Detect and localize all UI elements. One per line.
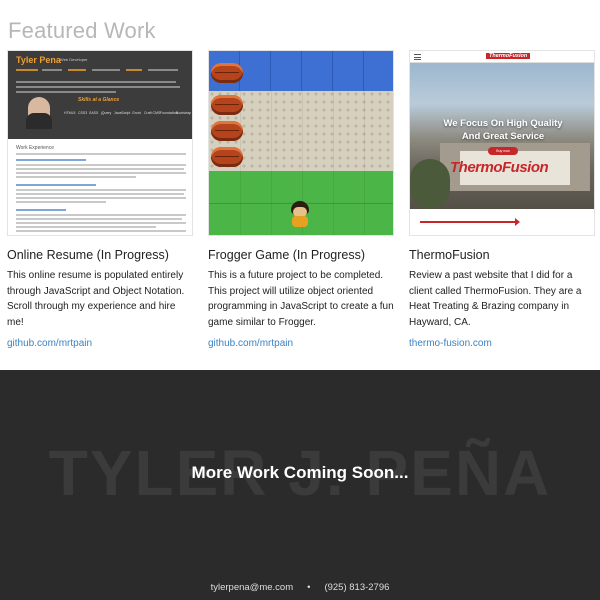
- resume-job-line: [16, 209, 66, 211]
- resume-job-line: [16, 159, 86, 161]
- frogger-water-tile: [364, 51, 393, 91]
- resume-job-line: [16, 230, 186, 232]
- frogger-col-divider: [364, 91, 365, 235]
- project-description: This is a future project to be completed…: [208, 270, 394, 328]
- resume-skill: Craft CMS: [144, 111, 161, 115]
- resume-job-line: [16, 201, 106, 203]
- thermofusion-thumbnail[interactable]: ThermoFusion ThermoFusion We Focus On Hi…: [409, 50, 595, 236]
- project-card-frogger: Frogger Game (In Progress) This is a fut…: [208, 50, 394, 349]
- coming-soon-section: TYLER J. PEÑA More Work Coming Soon... t…: [0, 370, 600, 600]
- enemy-bug-icon: [211, 121, 243, 141]
- resume-thumbnail[interactable]: Tyler Pena Web Developer Skills at a Gla…: [7, 50, 193, 236]
- thermofusion-hero: ThermoFusion We Focus On High Quality An…: [410, 63, 594, 209]
- resume-name: Tyler Pena: [16, 55, 61, 65]
- featured-work-section: Featured Work Tyler Pena Web Developer S…: [0, 0, 600, 370]
- resume-subtitle: Web Developer: [60, 57, 88, 62]
- project-card-thermofusion: ThermoFusion ThermoFusion We Focus On Hi…: [409, 50, 595, 349]
- project-title: ThermoFusion: [409, 248, 490, 262]
- resume-job-line: [16, 226, 156, 228]
- project-title: Online Resume (In Progress): [7, 248, 169, 262]
- resume-divider: [16, 153, 186, 155]
- building-sign-text: ThermoFusion: [450, 159, 549, 176]
- email-link[interactable]: tylerpena@me.com: [211, 582, 294, 593]
- resume-job-line: [16, 172, 186, 174]
- frogger-col-divider: [333, 91, 334, 235]
- tree-image: [410, 159, 450, 209]
- resume-job-line: [16, 193, 184, 195]
- resume-job-line: [16, 189, 186, 191]
- project-title: Frogger Game (In Progress): [208, 248, 365, 262]
- project-link[interactable]: github.com/mrtpain: [7, 338, 193, 349]
- frogger-col-divider: [271, 91, 272, 235]
- project-link[interactable]: thermo-fusion.com: [409, 338, 595, 349]
- resume-job-line: [16, 184, 96, 186]
- resume-job-line: [16, 176, 136, 178]
- section-title: Featured Work: [8, 18, 156, 43]
- player-character-icon: [289, 201, 311, 227]
- enemy-bug-icon: [211, 63, 243, 83]
- thermofusion-navbar: ThermoFusion: [410, 51, 594, 63]
- resume-contact-line: [68, 69, 86, 71]
- thermofusion-logo: ThermoFusion: [486, 53, 531, 59]
- resume-skill: CSS3: [78, 111, 88, 115]
- separator-dot: •: [307, 582, 311, 593]
- frogger-water-tile: [302, 51, 333, 91]
- resume-section-heading: Work Experience: [16, 145, 54, 151]
- contact-footer: tylerpena@me.com • (925) 813-2796: [0, 582, 600, 593]
- project-description: This online resume is populated entirely…: [7, 270, 185, 328]
- resume-job-line: [16, 197, 186, 199]
- project-link[interactable]: github.com/mrtpain: [208, 338, 394, 349]
- hero-headline-2: And Great Service: [461, 131, 545, 142]
- resume-contact-line: [16, 69, 38, 71]
- resume-glance-heading: Skills at a Glance: [78, 97, 120, 103]
- resume-contact-line: [148, 69, 178, 71]
- arrow-right-icon: [420, 218, 520, 226]
- frogger-water-tile: [271, 51, 302, 91]
- hamburger-menu-icon: [414, 54, 421, 60]
- frogger-thumbnail[interactable]: [208, 50, 394, 236]
- resume-intro-line: [16, 86, 180, 88]
- enemy-bug-icon: [211, 95, 243, 115]
- resume-skill: Grunt: [132, 111, 141, 115]
- resume-contact-line: [42, 69, 62, 71]
- project-card-resume: Tyler Pena Web Developer Skills at a Gla…: [7, 50, 193, 349]
- resume-intro-line: [16, 91, 116, 93]
- resume-header: Tyler Pena Web Developer Skills at a Gla…: [8, 51, 192, 139]
- resume-contact-line: [126, 69, 142, 71]
- hero-cta-button: Buy now: [488, 147, 518, 155]
- resume-skill: Foundation: [160, 111, 178, 115]
- project-description: Review a past website that I did for a c…: [409, 270, 582, 328]
- enemy-bug-icon: [211, 147, 243, 167]
- resume-skill: SASS: [89, 111, 99, 115]
- resume-avatar: [26, 97, 52, 129]
- resume-job-line: [16, 222, 186, 224]
- resume-contact-line: [92, 69, 120, 71]
- frogger-water-tile: [333, 51, 364, 91]
- resume-skill: jQuery: [101, 111, 112, 115]
- phone-link[interactable]: (925) 813-2796: [324, 582, 389, 593]
- resume-skill: Bootstrap: [176, 111, 191, 115]
- resume-job-line: [16, 164, 186, 166]
- coming-soon-heading: More Work Coming Soon...: [191, 463, 409, 482]
- resume-intro-line: [16, 81, 176, 83]
- frogger-water-tile: [240, 51, 271, 91]
- resume-job-line: [16, 218, 182, 220]
- resume-skill: JavaScript: [114, 111, 131, 115]
- hero-headline: We Focus On High Quality: [443, 118, 563, 129]
- resume-job-line: [16, 168, 184, 170]
- resume-skill: HTML5: [64, 111, 76, 115]
- resume-job-line: [16, 214, 186, 216]
